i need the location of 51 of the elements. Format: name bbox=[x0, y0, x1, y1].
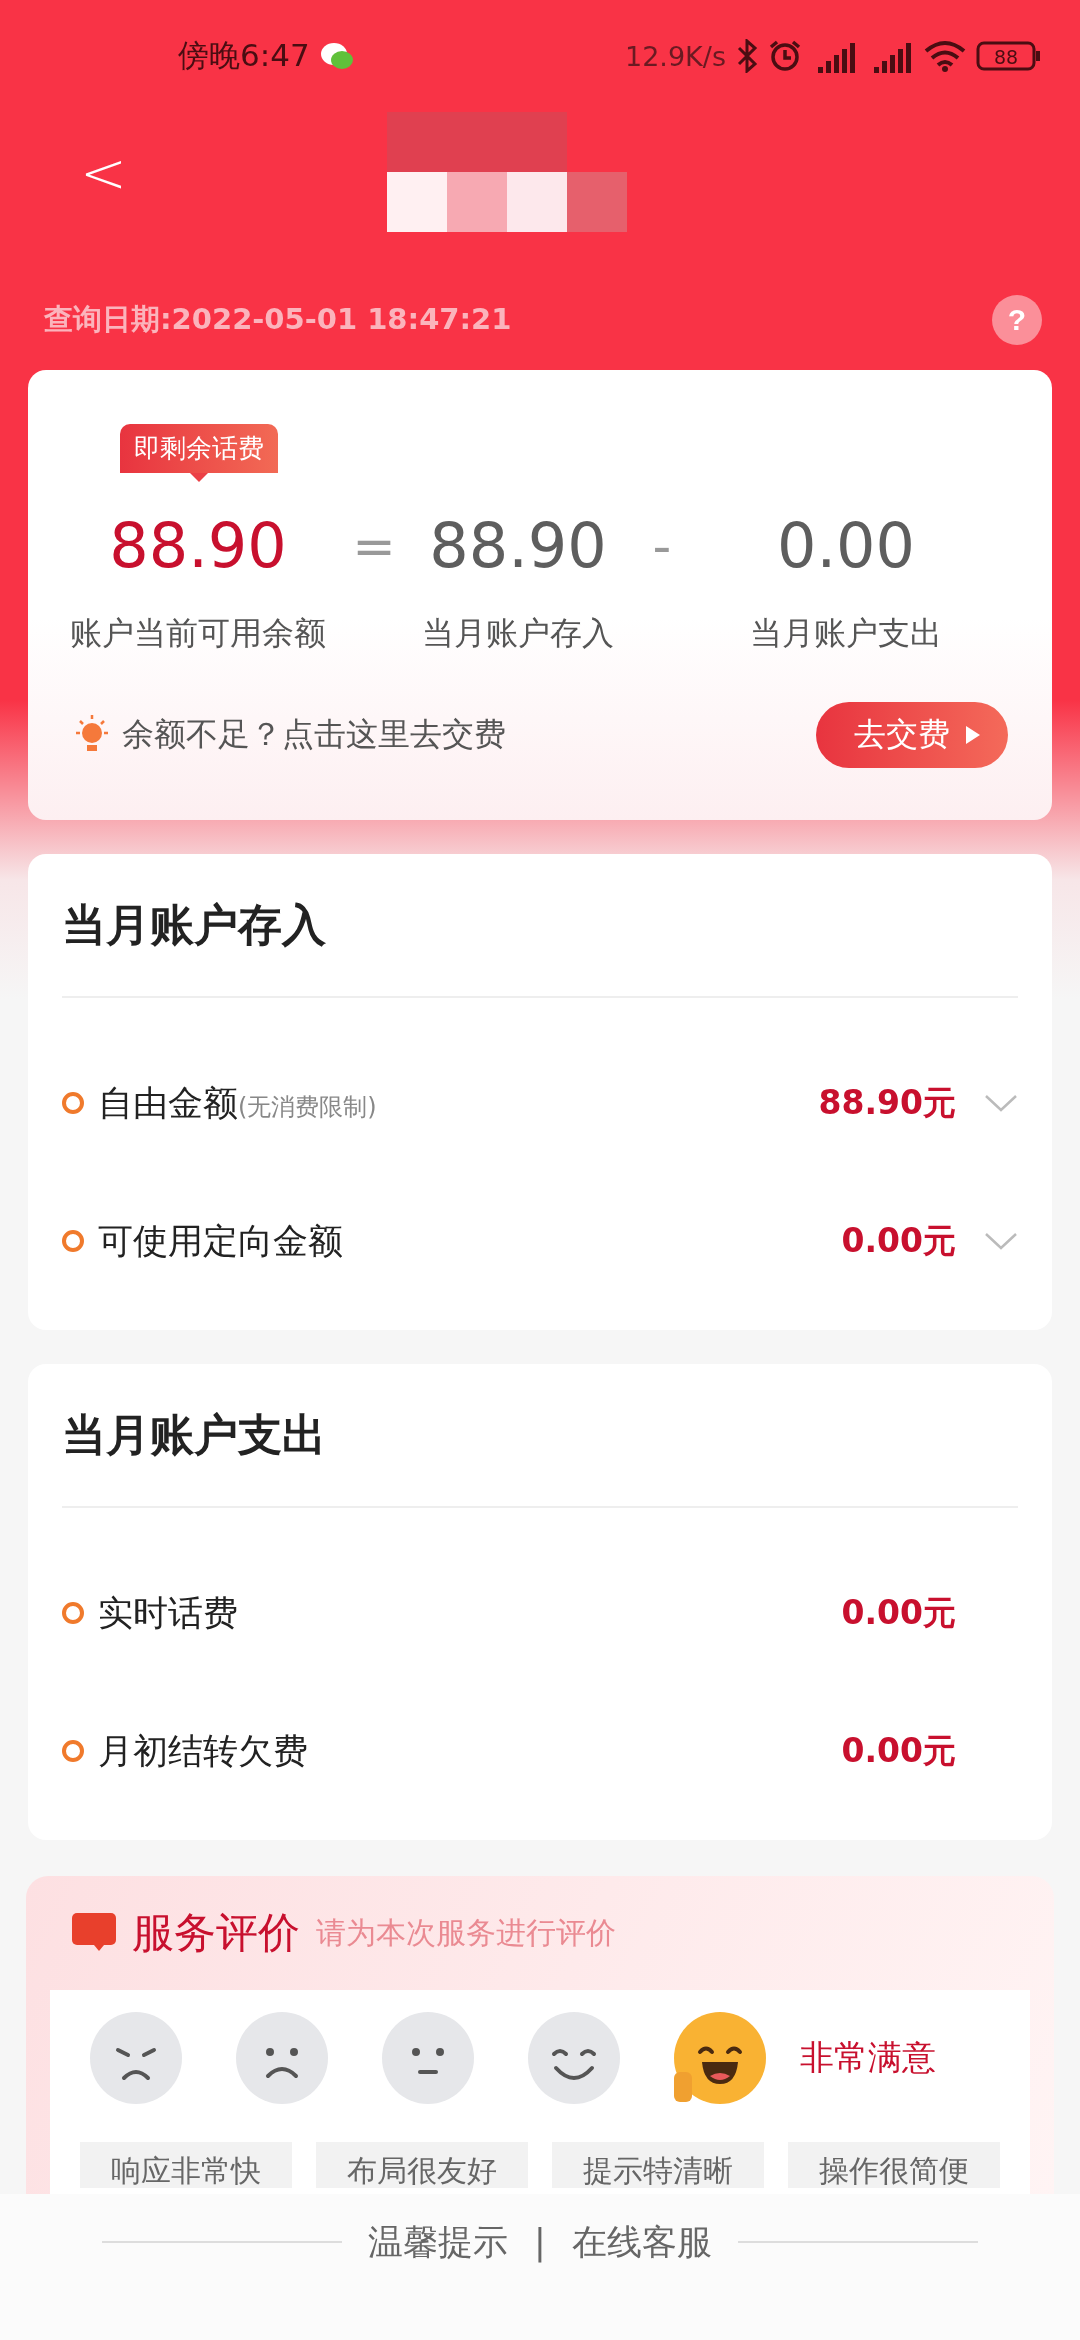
battery-level: 88 bbox=[993, 46, 1019, 68]
status-time: 傍晚6:47 bbox=[178, 36, 310, 75]
rating-title: 服务评价 bbox=[132, 1907, 300, 1959]
angry-face-icon[interactable] bbox=[90, 2012, 182, 2104]
amount-value: 0.00 bbox=[776, 508, 915, 584]
row-label: 自由金额(无消费限制) bbox=[98, 1081, 378, 1125]
support-link[interactable]: 在线客服 bbox=[571, 2218, 712, 2266]
section-title: 当月账户支出 bbox=[62, 1364, 1018, 1508]
query-date: 查询日期:2022-05-01 18:47:21 bbox=[44, 301, 512, 338]
feedback-tag[interactable]: 响应非常快 bbox=[80, 2142, 292, 2188]
section-title: 当月账户存入 bbox=[62, 854, 1018, 998]
bullet-icon bbox=[62, 1230, 84, 1252]
amount-value: 88.90 bbox=[429, 508, 607, 584]
operator-sign: - bbox=[651, 515, 673, 578]
bullet-icon bbox=[62, 1740, 84, 1762]
rating-label: 非常满意 bbox=[800, 2036, 936, 2079]
row-amount: 0.00元 bbox=[841, 1729, 956, 1772]
bluetooth-icon bbox=[736, 39, 758, 73]
bullet-icon bbox=[62, 1602, 84, 1624]
neutral-face-icon[interactable] bbox=[382, 2012, 474, 2104]
amount-label: 当月账户支出 bbox=[750, 613, 942, 654]
amount-value: 88.90 bbox=[109, 508, 287, 584]
wifi-icon bbox=[924, 40, 966, 72]
amount-label: 账户当前可用余额 bbox=[70, 613, 326, 654]
feedback-tag[interactable]: 操作很简便 bbox=[788, 2142, 1000, 2188]
amount-label: 当月账户存入 bbox=[422, 613, 614, 654]
smiling-face-icon[interactable] bbox=[528, 2012, 620, 2104]
back-button[interactable]: < bbox=[70, 139, 137, 205]
pay-button[interactable]: 去交费 bbox=[816, 702, 1008, 768]
comment-icon bbox=[72, 1913, 116, 1953]
alarm-icon bbox=[768, 39, 802, 73]
balance-badge: 即剩余话费 bbox=[120, 424, 278, 482]
rating-subtitle: 请为本次服务进行评价 bbox=[316, 1913, 616, 1952]
feedback-tag[interactable]: 提示特清晰 bbox=[552, 2142, 764, 2188]
tips-link[interactable]: 温馨提示 bbox=[368, 2218, 509, 2266]
operator-sign: = bbox=[351, 515, 397, 578]
bullet-icon bbox=[62, 1092, 84, 1114]
row-amount: 0.00元 bbox=[841, 1591, 956, 1634]
tip-text: 余额不足？点击这里去交费 bbox=[122, 714, 507, 755]
laughing-face-icon[interactable] bbox=[674, 2012, 766, 2104]
row-amount: 0.00元 bbox=[841, 1219, 956, 1262]
row-label: 可使用定向金额 bbox=[98, 1219, 344, 1263]
sad-face-icon[interactable] bbox=[236, 2012, 328, 2104]
row-label: 实时话费 bbox=[98, 1591, 239, 1635]
row-label: 月初结转欠费 bbox=[98, 1729, 309, 1773]
network-speed: 12.9K/s bbox=[625, 40, 726, 72]
chat-icon bbox=[319, 41, 354, 71]
separator-text: | bbox=[534, 2222, 546, 2262]
feedback-tag[interactable]: 布局很友好 bbox=[316, 2142, 528, 2188]
play-icon bbox=[966, 726, 980, 744]
row-amount: 88.90元 bbox=[818, 1081, 956, 1124]
